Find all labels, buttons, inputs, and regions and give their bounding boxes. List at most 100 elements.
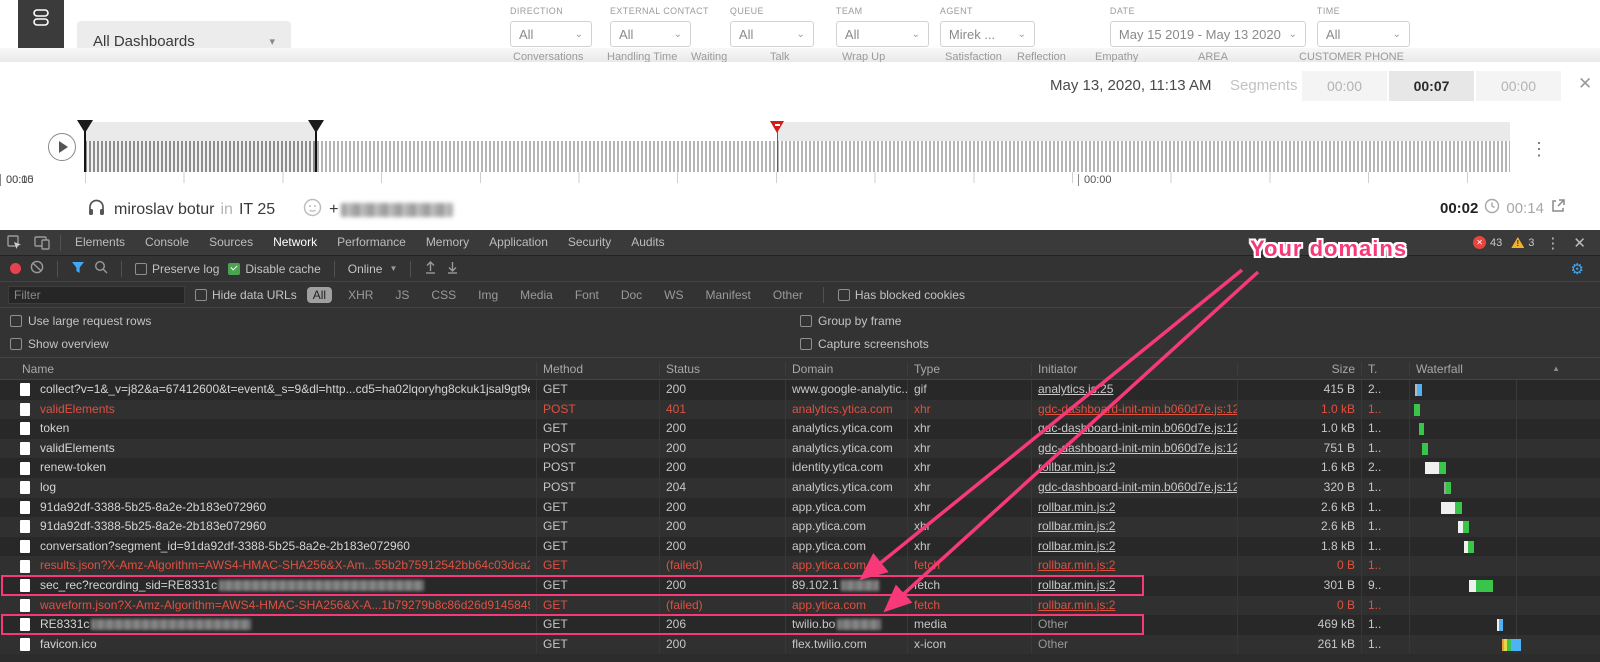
play-button[interactable] — [48, 133, 76, 161]
request-initiator-link[interactable]: gdc-dashboard-init-min.b060d7e.js:12 — [1038, 421, 1238, 435]
type-filter-chip[interactable]: JS — [389, 287, 415, 303]
devtools-menu-icon[interactable]: ⋮ — [1543, 234, 1562, 252]
import-har-icon[interactable] — [424, 260, 437, 277]
network-request-row[interactable]: validElements POST 401 analytics.ytica.c… — [0, 400, 1600, 420]
disable-cache-checkbox[interactable]: Disable cache — [228, 262, 320, 276]
type-filter-chip[interactable]: CSS — [425, 287, 462, 303]
use-large-rows-checkbox[interactable]: Use large request rows — [10, 314, 151, 328]
type-filter-chip[interactable]: XHR — [342, 287, 379, 303]
segment-end-handle[interactable] — [308, 120, 324, 133]
request-initiator-link[interactable]: rollbar.min.js:2 — [1038, 519, 1115, 533]
device-toolbar-icon[interactable] — [28, 230, 56, 255]
show-overview-checkbox[interactable]: Show overview — [10, 337, 109, 351]
request-initiator-link[interactable]: rollbar.min.js:2 — [1038, 500, 1115, 514]
warning-badge[interactable]: ! 3 — [1511, 237, 1534, 249]
row-checkbox[interactable] — [20, 638, 30, 651]
type-filter-chip[interactable]: Media — [514, 287, 559, 303]
network-request-row[interactable]: favicon.ico GET 200 flex.twilio.com x-ic… — [0, 635, 1600, 655]
filter-select[interactable]: Mirek ... ⌄ — [940, 21, 1035, 47]
row-checkbox[interactable] — [20, 383, 30, 396]
hide-data-urls-checkbox[interactable]: Hide data URLs — [195, 288, 297, 302]
devtools-tab[interactable]: Performance — [327, 230, 416, 255]
record-button[interactable] — [10, 263, 21, 274]
network-request-row[interactable]: renew-token POST 200 identity.ytica.com … — [0, 458, 1600, 478]
filter-select[interactable]: All ⌄ — [730, 21, 814, 47]
filter-input[interactable] — [8, 286, 185, 304]
type-filter-chip[interactable]: Img — [472, 287, 504, 303]
column-header-domain[interactable]: Domain — [786, 362, 908, 376]
request-initiator-link[interactable]: Other — [1038, 617, 1068, 631]
devtools-tab[interactable]: Application — [479, 230, 558, 255]
devtools-tab[interactable]: Security — [558, 230, 621, 255]
export-har-icon[interactable] — [446, 260, 459, 277]
request-initiator-link[interactable]: rollbar.min.js:2 — [1038, 460, 1115, 474]
network-request-row[interactable]: collect?v=1&_v=j82&a=67412600&t=event&_s… — [0, 380, 1600, 400]
search-icon[interactable] — [94, 260, 108, 277]
type-filter-chip[interactable]: Doc — [615, 287, 648, 303]
timeline-menu-icon[interactable]: ⋮ — [1524, 138, 1554, 161]
row-checkbox[interactable] — [20, 540, 30, 553]
segment-chip[interactable]: 00:00 — [1302, 71, 1387, 101]
request-initiator-link[interactable]: rollbar.min.js:2 — [1038, 539, 1115, 553]
devtools-tab[interactable]: Network — [263, 230, 327, 255]
request-initiator-link[interactable]: analytics.js:25 — [1038, 382, 1113, 396]
row-checkbox[interactable] — [20, 579, 30, 592]
request-initiator-link[interactable]: rollbar.min.js:2 — [1038, 578, 1115, 592]
filter-select[interactable]: All ⌄ — [836, 21, 929, 47]
filter-select[interactable]: May 15 2019 - May 13 2020 ⌄ — [1110, 21, 1306, 47]
row-checkbox[interactable] — [20, 599, 30, 612]
column-header-type[interactable]: Type — [908, 362, 1032, 376]
sort-arrow-icon[interactable]: ▲ — [1552, 364, 1560, 373]
request-initiator-link[interactable]: gdc-dashboard-init-min.b060d7e.js:12 — [1038, 402, 1238, 416]
filter-select[interactable]: All ⌄ — [610, 21, 691, 47]
network-request-row[interactable]: conversation?segment_id=91da92df-3388-5b… — [0, 537, 1600, 557]
filter-select[interactable]: All ⌄ — [1317, 21, 1410, 47]
request-initiator-link[interactable]: rollbar.min.js:2 — [1038, 558, 1115, 572]
filter-funnel-icon[interactable] — [71, 261, 85, 277]
network-request-row[interactable]: results.json?X-Amz-Algorithm=AWS4-HMAC-S… — [0, 556, 1600, 576]
row-checkbox[interactable] — [20, 403, 30, 416]
column-header-method[interactable]: Method — [537, 362, 660, 376]
row-checkbox[interactable] — [20, 481, 30, 494]
external-link-icon[interactable] — [1550, 198, 1566, 218]
capture-screenshots-checkbox[interactable]: Capture screenshots — [800, 337, 929, 351]
row-checkbox[interactable] — [20, 520, 30, 533]
request-initiator-link[interactable]: rollbar.min.js:2 — [1038, 598, 1115, 612]
row-checkbox[interactable] — [20, 618, 30, 631]
filter-select[interactable]: All ⌄ — [510, 21, 592, 47]
segment-start-handle[interactable] — [77, 120, 93, 133]
row-checkbox[interactable] — [20, 560, 30, 573]
throttling-dropdown[interactable]: Online ▼ — [348, 262, 398, 276]
column-header-initiator[interactable]: Initiator — [1032, 362, 1238, 376]
devtools-close-icon[interactable]: ✕ — [1571, 234, 1588, 252]
column-header-time[interactable]: T. — [1362, 362, 1410, 376]
segment-chip[interactable]: 00:00 — [1476, 71, 1561, 101]
column-header-status[interactable]: Status — [660, 362, 786, 376]
devtools-tab[interactable]: Memory — [416, 230, 479, 255]
network-request-row[interactable]: validElements POST 200 analytics.ytica.c… — [0, 439, 1600, 459]
group-by-frame-checkbox[interactable]: Group by frame — [800, 314, 901, 328]
devtools-tab[interactable]: Console — [135, 230, 199, 255]
has-blocked-cookies-checkbox[interactable]: Has blocked cookies — [838, 288, 965, 302]
network-request-row[interactable]: 91da92df-3388-5b25-8a2e-2b183e072960 GET… — [0, 498, 1600, 518]
type-filter-chip[interactable]: Other — [767, 287, 809, 303]
settings-gear-icon[interactable]: ⚙ — [1565, 259, 1590, 279]
row-checkbox[interactable] — [20, 501, 30, 514]
devtools-tab[interactable]: Elements — [65, 230, 135, 255]
playhead-marker[interactable] — [770, 121, 784, 133]
network-request-row[interactable]: waveform.json?X-Amz-Algorithm=AWS4-HMAC-… — [0, 596, 1600, 616]
request-initiator-link[interactable]: gdc-dashboard-init-min.b060d7e.js:12 — [1038, 480, 1238, 494]
row-checkbox[interactable] — [20, 442, 30, 455]
row-checkbox[interactable] — [20, 462, 30, 475]
type-filter-chip[interactable]: All — [307, 287, 332, 303]
column-header-name[interactable]: Name — [0, 362, 537, 376]
inspect-element-icon[interactable] — [0, 230, 28, 255]
error-badge[interactable]: ✕ 43 — [1473, 236, 1502, 249]
segment-chip[interactable]: 00:07 — [1389, 71, 1474, 101]
column-header-size[interactable]: Size — [1238, 362, 1362, 376]
row-checkbox[interactable] — [20, 422, 30, 435]
clear-icon[interactable] — [30, 260, 44, 277]
preserve-log-checkbox[interactable]: Preserve log — [135, 262, 219, 276]
network-request-row[interactable]: log POST 204 analytics.ytica.com xhr gdc… — [0, 478, 1600, 498]
devtools-tab[interactable]: Sources — [199, 230, 263, 255]
